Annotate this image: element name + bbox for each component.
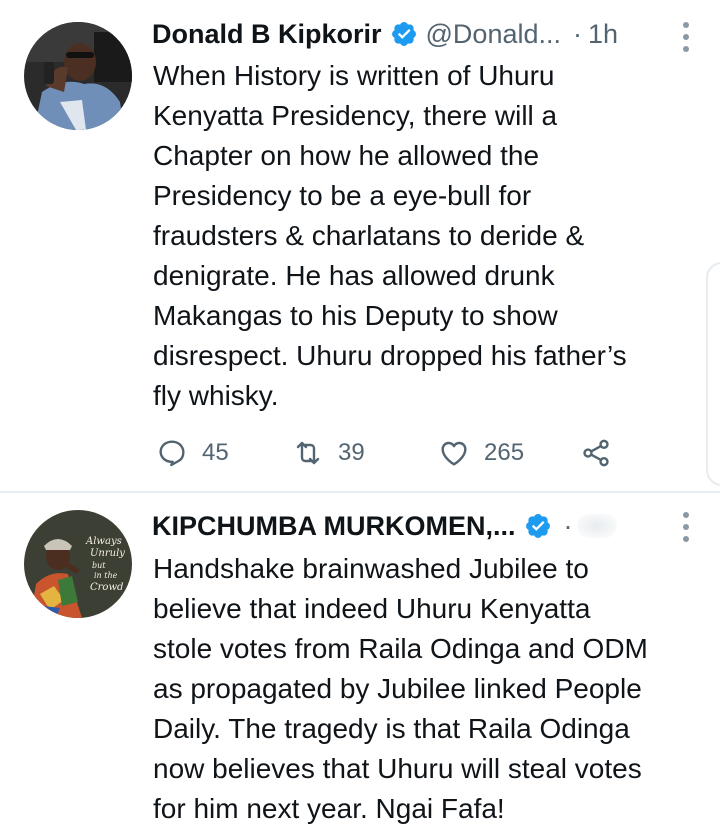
svg-text:Always: Always xyxy=(85,536,122,547)
tweet-text-line: disrespect. Uhuru dropped his father’s xyxy=(153,340,627,371)
avatar[interactable] xyxy=(24,22,132,130)
tweet-text-line: fraudsters & charlatans to deride & xyxy=(153,220,585,251)
like-icon xyxy=(441,441,467,466)
reply-button[interactable]: 45 xyxy=(156,433,229,473)
tweet[interactable]: Always Unruly but in the Crowd KIPCHUMBA… xyxy=(0,494,720,830)
separator-dot: · xyxy=(573,18,582,49)
more-options-icon[interactable] xyxy=(682,22,690,52)
separator-dot: · xyxy=(563,510,573,541)
svg-text:Unruly: Unruly xyxy=(90,548,125,559)
tweet-text-line: as propagated by Jubilee linked People xyxy=(153,673,642,704)
author-handle[interactable]: @Donald... xyxy=(426,19,561,50)
tweet-text-line: denigrate. He has allowed drunk xyxy=(153,260,555,291)
tweet-text-line: When History is written of Uhuru xyxy=(153,60,555,91)
overlay-card-edge xyxy=(706,262,720,486)
tweet-divider xyxy=(0,491,720,493)
avatar-photo xyxy=(24,22,132,130)
verified-badge-icon xyxy=(525,514,550,538)
retweet-count: 39 xyxy=(338,439,365,466)
avatar[interactable]: Always Unruly but in the Crowd xyxy=(24,510,132,618)
tweet-text-line: fly whisky. xyxy=(153,380,279,411)
obscured-timestamp xyxy=(576,514,617,538)
tweet[interactable]: Donald B Kipkorir @Donald... · 1h When H… xyxy=(0,0,720,492)
svg-text:in the: in the xyxy=(94,571,118,580)
avatar-photo: Always Unruly but in the Crowd xyxy=(24,510,132,618)
reply-count: 45 xyxy=(202,439,229,466)
tweet-actions: 45 39 265 xyxy=(156,433,626,473)
svg-text:Crowd: Crowd xyxy=(90,582,123,593)
tweet-text: When History is written of Uhuru Kenyatt… xyxy=(153,56,693,416)
tweet-text-line: believe that indeed Uhuru Kenyatta xyxy=(153,593,591,624)
like-button[interactable]: 265 xyxy=(438,433,524,473)
tweet-text-line: for him next year. Ngai Fafa! xyxy=(153,793,505,824)
tweet-header: Donald B Kipkorir @Donald... · 1h xyxy=(152,12,690,56)
tweet-text: Handshake brainwashed Jubilee to believe… xyxy=(153,549,693,829)
share-button[interactable] xyxy=(580,433,612,473)
tweet-text-line: Kenyatta Presidency, there will a xyxy=(153,100,558,131)
tweet-header: KIPCHUMBA MURKOMEN,... · xyxy=(152,504,690,548)
tweet-text-line: now believes that Uhuru will steal votes xyxy=(153,753,642,784)
share-icon xyxy=(583,439,609,467)
author-name[interactable]: KIPCHUMBA MURKOMEN,... xyxy=(152,511,516,542)
tweet-text-line: Presidency to be a eye-bull for xyxy=(153,180,532,211)
timestamp[interactable]: 1h xyxy=(588,19,618,50)
like-count: 265 xyxy=(484,439,525,466)
retweet-icon xyxy=(296,441,320,465)
retweet-button[interactable]: 39 xyxy=(292,433,365,473)
more-options-icon[interactable] xyxy=(682,512,690,542)
author-name[interactable]: Donald B Kipkorir xyxy=(152,19,382,50)
tweet-text-line: stole votes from Raila Odinga and ODM xyxy=(153,633,648,664)
tweet-text-line: Makangas to his Deputy to show xyxy=(153,300,558,331)
svg-text:but: but xyxy=(92,561,106,570)
reply-icon xyxy=(159,440,185,467)
verified-badge-icon xyxy=(391,22,416,46)
tweet-text-line: Chapter on how he allowed the xyxy=(153,140,540,171)
tweet-text-line: Daily. The tragedy is that Raila Odinga xyxy=(153,713,630,744)
tweet-text-line: Handshake brainwashed Jubilee to xyxy=(153,553,589,584)
